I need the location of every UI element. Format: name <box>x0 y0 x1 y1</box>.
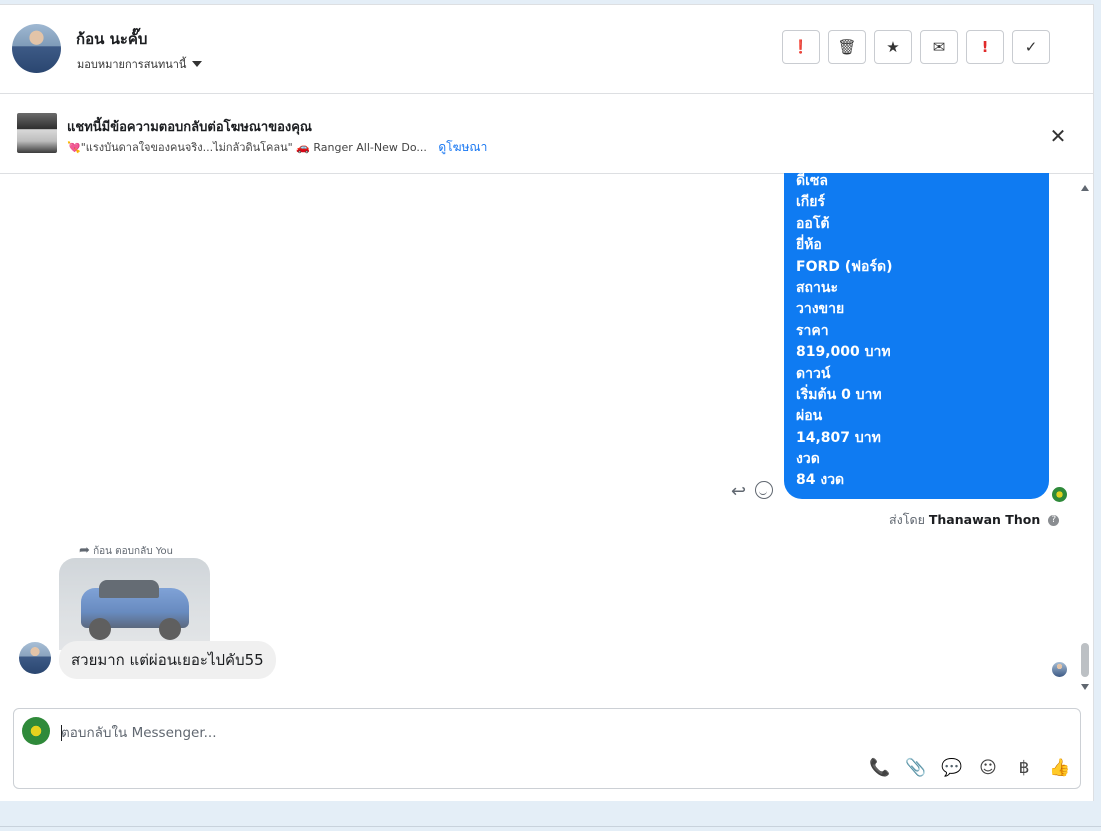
message-line: 819,000 บาท <box>796 344 891 361</box>
close-icon[interactable]: ✕ <box>1048 124 1068 148</box>
composer-actions: 📞 📎 💬 ☺ ฿ 👍 <box>869 757 1071 779</box>
reply-icon[interactable]: ↩ <box>731 481 746 502</box>
car-wheel <box>89 618 111 640</box>
sent-by-prefix: ส่งโดย <box>889 512 925 527</box>
conversation-panel: ก้อน นะคั๊บ มอบหมายการสนทนานี้ ❗ 🗑 ★ ✉ !… <box>0 4 1094 802</box>
mark-spam-button[interactable]: ❗ <box>782 30 820 64</box>
attachment-icon[interactable]: 📎 <box>905 757 927 779</box>
caret-down-icon <box>192 61 203 67</box>
scrollbar-thumb[interactable] <box>1081 643 1089 677</box>
car-wheel <box>159 618 181 640</box>
text-cursor <box>61 725 62 741</box>
check-icon: ✓ <box>1024 38 1038 56</box>
mark-done-button[interactable]: ✓ <box>1012 30 1050 64</box>
message-line: ผ่อน <box>796 408 823 425</box>
outgoing-message-bubble[interactable]: ดีเซล เกียร์ ออโต้ ยี่ห้อ FORD (ฟอร์ด) ส… <box>784 173 1049 499</box>
follow-up-button[interactable]: ! <box>966 30 1004 64</box>
message-line: 84 งวด <box>796 472 845 489</box>
ad-banner-subtitle: 💘"แรงบันดาลใจของคนจริง...ไม่กลัวดินโคลน"… <box>67 138 487 157</box>
emoji-icon[interactable]: ☺ <box>977 757 999 779</box>
reply-note: ➦ ก้อน ตอบกลับ You <box>79 543 173 559</box>
message-line: ยี่ห้อ <box>796 237 822 254</box>
message-line: งวด <box>796 451 820 468</box>
ad-snippet: 💘"แรงบันดาลใจของคนจริง...ไม่กลัวดินโคลน"… <box>67 141 427 154</box>
conversation-toolbar: ❗ 🗑 ★ ✉ ! ✓ <box>782 30 1050 64</box>
react-emoji-icon[interactable] <box>755 481 773 499</box>
reply-arrow-icon: ➦ <box>79 543 90 558</box>
reply-input[interactable] <box>61 723 761 743</box>
star-icon: ★ <box>886 38 900 56</box>
message-composer: 📞 📎 💬 ☺ ฿ 👍 <box>13 708 1081 789</box>
sender-name: Thanawan Thon <box>928 512 1041 527</box>
message-line: สถานะ <box>796 279 838 296</box>
star-button[interactable]: ★ <box>874 30 912 64</box>
currency-baht-icon[interactable]: ฿ <box>1013 757 1035 779</box>
incoming-message-bubble[interactable]: สวยมาก แต่ผ่อนเยอะไปคับ55 <box>59 641 276 679</box>
replied-photo[interactable] <box>59 558 210 650</box>
mark-unread-button[interactable]: ✉ <box>920 30 958 64</box>
page-avatar <box>1052 487 1067 502</box>
ad-banner-title: แชทนี้มีข้อความตอบกลับต่อโฆษณาของคุณ <box>67 120 312 135</box>
delete-button[interactable]: 🗑 <box>828 30 866 64</box>
car-window <box>99 580 159 598</box>
scroll-up-arrow[interactable] <box>1081 185 1089 191</box>
message-line: ราคา <box>796 322 829 339</box>
message-line: วางขาย <box>796 301 845 318</box>
alert-circle-icon: ❗ <box>792 39 810 55</box>
divider <box>0 826 1101 827</box>
page-avatar <box>22 717 50 745</box>
message-line: ออโต้ <box>796 215 830 232</box>
view-ad-link[interactable]: ดูโฆษณา <box>438 140 487 154</box>
contact-name[interactable]: ก้อน นะคั๊บ <box>76 27 147 51</box>
message-line: เกียร์ <box>796 194 825 211</box>
help-icon[interactable]: ? <box>1048 515 1060 526</box>
message-line: 14,807 บาท <box>796 429 881 446</box>
message-line: เริ่มต้น 0 บาท <box>796 386 882 403</box>
contact-avatar-small[interactable] <box>19 642 51 674</box>
saved-reply-icon[interactable]: 💬 <box>941 757 963 779</box>
like-icon[interactable]: 👍 <box>1049 757 1071 779</box>
ad-reply-banner: แชทนี้มีข้อความตอบกลับต่อโฆษณาของคุณ 💘"แ… <box>0 94 1093 174</box>
conversation-header: ก้อน นะคั๊บ มอบหมายการสนทนานี้ ❗ 🗑 ★ ✉ !… <box>0 5 1093 94</box>
trash-icon: 🗑 <box>837 38 857 56</box>
reply-note-text: ก้อน ตอบกลับ You <box>93 546 173 557</box>
assign-label: มอบหมายการสนทนานี้ <box>77 58 187 71</box>
seen-avatar <box>1052 662 1067 677</box>
ad-thumbnail[interactable] <box>17 113 57 153</box>
message-line: ดาวน์ <box>796 365 831 382</box>
sent-by-label: ส่งโดย Thanawan Thon ? <box>889 510 1060 530</box>
exclamation-icon: ! <box>981 38 989 56</box>
message-line: FORD (ฟอร์ด) <box>796 258 893 275</box>
assign-conversation-dropdown[interactable]: มอบหมายการสนทนานี้ <box>77 55 203 73</box>
message-line: ดีเซล <box>796 173 828 189</box>
contact-avatar[interactable] <box>12 24 61 73</box>
scroll-down-arrow[interactable] <box>1081 684 1089 690</box>
envelope-icon: ✉ <box>932 38 946 56</box>
call-add-icon[interactable]: 📞 <box>869 757 891 779</box>
